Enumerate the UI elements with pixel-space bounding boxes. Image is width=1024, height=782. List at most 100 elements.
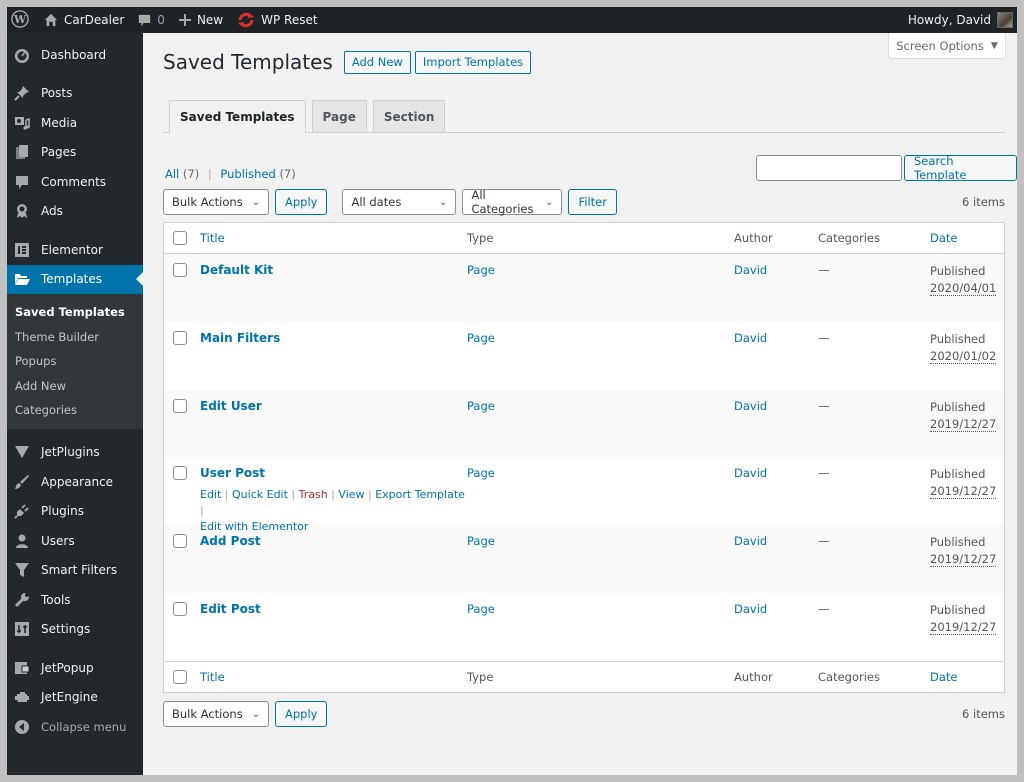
sidebar-item-appearance[interactable]: Appearance <box>7 467 143 497</box>
submenu-add-new[interactable]: Add New <box>7 374 143 399</box>
date-column-footer[interactable]: Date <box>930 670 958 684</box>
title-column-footer[interactable]: Title <box>200 670 225 684</box>
templates-table: Title Type Author Categories Date Defaul… <box>163 222 1005 693</box>
categories-filter-select[interactable]: All Categories ⌄ <box>462 188 563 216</box>
wordpress-logo-button[interactable]: W <box>7 7 37 33</box>
wp-reset-link[interactable]: WP Reset <box>230 7 324 33</box>
author-link[interactable]: David <box>734 331 767 345</box>
edit-with-elementor-link[interactable]: Edit with Elementor <box>200 520 308 533</box>
search-template-button[interactable]: Search Template <box>904 154 1017 182</box>
tab-page[interactable]: Page <box>311 100 367 132</box>
table-row: Main Filters Page David — Published 2020/… <box>164 322 1004 390</box>
sidebar-item-jetplugins[interactable]: JetPlugins <box>7 438 143 468</box>
publish-status: Published <box>930 331 986 346</box>
submenu-popups[interactable]: Popups <box>7 349 143 374</box>
sidebar-item-tools[interactable]: Tools <box>7 585 143 615</box>
sidebar-item-media[interactable]: Media <box>7 108 143 138</box>
site-name-link[interactable]: CarDealer <box>37 7 131 33</box>
template-type-link[interactable]: Page <box>467 466 495 480</box>
quick-edit-link[interactable]: Quick Edit <box>232 488 288 501</box>
select-all-checkbox[interactable] <box>173 231 187 245</box>
date-column-header[interactable]: Date <box>930 231 958 245</box>
author-link[interactable]: David <box>734 466 767 480</box>
sidebar-item-jetengine[interactable]: JetEngine <box>7 683 143 713</box>
row-checkbox[interactable] <box>173 398 187 413</box>
add-new-button[interactable]: Add New <box>343 50 411 74</box>
sidebar-item-users[interactable]: Users <box>7 526 143 556</box>
template-title-link[interactable]: Edit Post <box>200 602 261 616</box>
publish-date: 2019/12/27 <box>930 552 997 568</box>
row-checkbox[interactable] <box>173 601 187 616</box>
author-link[interactable]: David <box>734 263 767 277</box>
view-link[interactable]: View <box>338 488 364 501</box>
my-account-link[interactable]: Howdy, David <box>901 7 1017 33</box>
view-all-link[interactable]: All (7) <box>165 167 199 181</box>
sidebar-label: JetEngine <box>41 690 98 705</box>
row-checkbox[interactable] <box>173 534 187 549</box>
bulk-actions-select[interactable]: Bulk Actions ⌄ <box>163 189 269 215</box>
select-all-checkbox-footer[interactable] <box>173 669 187 684</box>
comments-link[interactable]: 0 <box>131 7 172 33</box>
sidebar-label: JetPopup <box>41 660 94 675</box>
search-input[interactable] <box>756 155 902 181</box>
template-type-link[interactable]: Page <box>467 399 495 413</box>
submenu-saved-templates[interactable]: Saved Templates <box>7 300 143 325</box>
sidebar-item-templates[interactable]: Templates <box>7 264 143 294</box>
author-column-header: Author <box>734 231 773 245</box>
sidebar-item-posts[interactable]: Posts <box>7 79 143 109</box>
sidebar-label: Tools <box>41 592 71 607</box>
template-type-link[interactable]: Page <box>467 534 495 548</box>
template-type-link[interactable]: Page <box>467 263 495 277</box>
sidebar-item-elementor[interactable]: Elementor <box>7 235 143 265</box>
new-content-link[interactable]: New <box>172 7 230 33</box>
template-title-link[interactable]: User Post <box>200 466 265 480</box>
template-type-link[interactable]: Page <box>467 331 495 345</box>
sidebar-label: Templates <box>41 272 103 287</box>
template-title-link[interactable]: Add Post <box>200 534 261 548</box>
author-link[interactable]: David <box>734 399 767 413</box>
apply-button[interactable]: Apply <box>275 189 328 215</box>
new-label: New <box>196 13 224 27</box>
sidebar-item-dashboard[interactable]: Dashboard <box>7 40 143 70</box>
edit-link[interactable]: Edit <box>200 488 221 501</box>
publish-status: Published <box>930 535 986 550</box>
sidebar-item-ads[interactable]: Ads <box>7 197 143 227</box>
sidebar-item-plugins[interactable]: Plugins <box>7 497 143 527</box>
sidebar-item-pages[interactable]: Pages <box>7 138 143 168</box>
sidebar-item-comments[interactable]: Comments <box>7 167 143 197</box>
template-title-link[interactable]: Default Kit <box>200 263 273 277</box>
sidebar-item-jetpopup[interactable]: JetPopup <box>7 653 143 683</box>
chevron-down-icon: ⌄ <box>251 708 260 720</box>
template-type-link[interactable]: Page <box>467 602 495 616</box>
sidebar-item-settings[interactable]: Settings <box>7 615 143 645</box>
collapse-menu-button[interactable]: Collapse menu <box>7 712 143 742</box>
sidebar-item-smart-filters[interactable]: Smart Filters <box>7 556 143 586</box>
trash-link[interactable]: Trash <box>299 488 328 501</box>
dates-filter-select[interactable]: All dates ⌄ <box>342 189 457 215</box>
filter-icon <box>13 561 31 579</box>
title-column-header[interactable]: Title <box>200 231 225 245</box>
sidebar-label: Smart Filters <box>41 563 118 578</box>
tab-section[interactable]: Section <box>372 100 446 132</box>
categories-value: — <box>818 534 830 549</box>
template-title-link[interactable]: Edit User <box>200 399 262 413</box>
submenu-theme-builder[interactable]: Theme Builder <box>7 325 143 350</box>
filter-button[interactable]: Filter <box>568 189 617 215</box>
tab-saved-templates[interactable]: Saved Templates <box>169 100 306 133</box>
pin-icon <box>13 84 31 102</box>
export-template-link[interactable]: Export Template <box>375 488 465 501</box>
items-count-bottom: 6 items <box>962 707 1005 721</box>
author-link[interactable]: David <box>734 534 767 548</box>
row-checkbox[interactable] <box>173 330 187 345</box>
row-checkbox[interactable] <box>173 466 187 481</box>
template-title-link[interactable]: Main Filters <box>200 331 280 345</box>
screen-options-button[interactable]: Screen Options ▼ <box>888 33 1006 59</box>
apply-button-bottom[interactable]: Apply <box>275 701 328 727</box>
row-checkbox[interactable] <box>173 263 187 277</box>
categories-value: — <box>818 398 830 413</box>
import-templates-button[interactable]: Import Templates <box>414 50 532 74</box>
bulk-actions-select-bottom[interactable]: Bulk Actions ⌄ <box>163 701 269 727</box>
author-link[interactable]: David <box>734 602 767 616</box>
submenu-categories[interactable]: Categories <box>7 398 143 423</box>
view-published-link[interactable]: Published (7) <box>220 167 295 181</box>
